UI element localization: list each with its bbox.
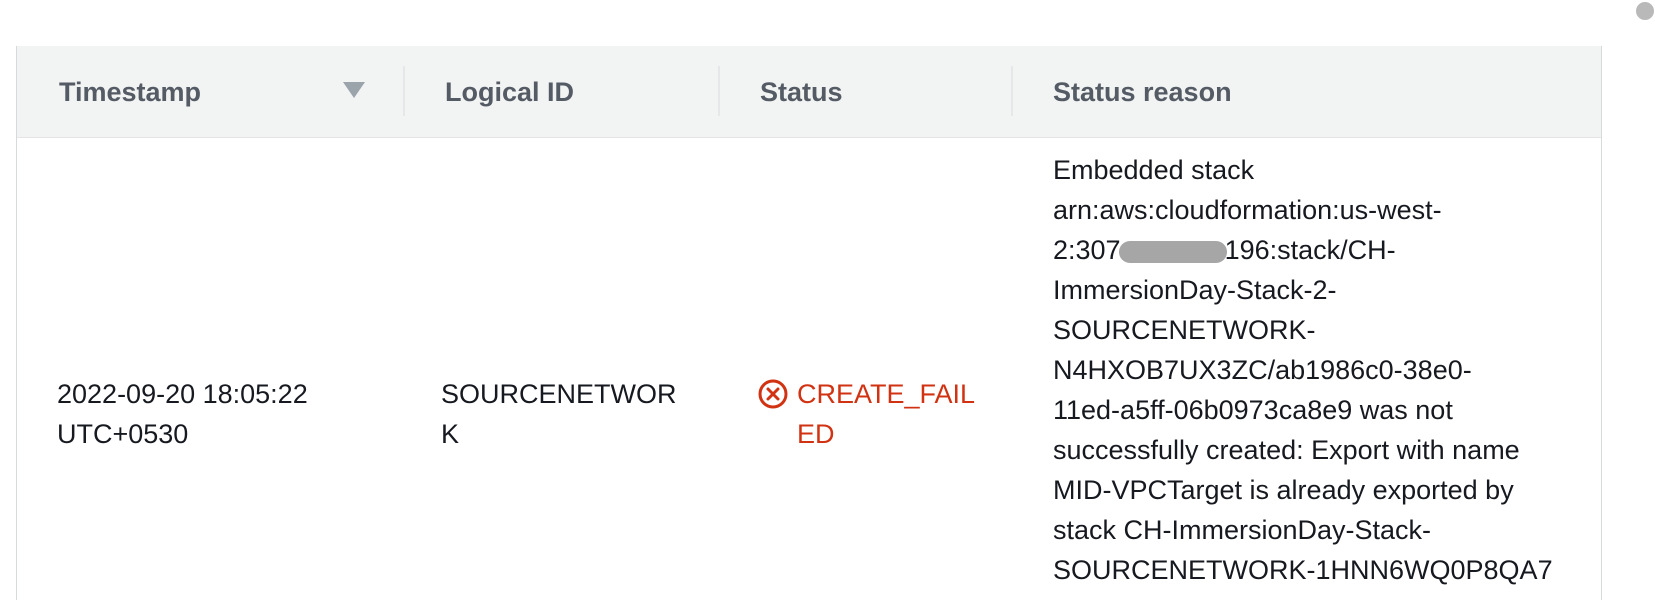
status-indicator: CREATE_FAIL ED xyxy=(757,374,997,454)
column-header-logical-id: Logical ID xyxy=(445,46,695,138)
column-header-timestamp-label: Timestamp xyxy=(59,76,202,107)
status-reason-line: stack CH-ImmersionDay-Stack- xyxy=(1053,515,1432,545)
column-divider xyxy=(718,66,720,116)
status-text-line: CREATE_FAIL xyxy=(797,379,976,409)
status-reason-line: MID-VPCTarget is already exported by xyxy=(1053,475,1514,505)
column-divider xyxy=(403,66,405,116)
status-text: CREATE_FAIL ED xyxy=(797,374,975,454)
column-header-status-label: Status xyxy=(760,76,843,107)
table-header: Timestamp Logical ID Status Status reaso… xyxy=(17,46,1601,138)
logical-id-cell: SOURCENETWOR K xyxy=(441,374,681,454)
status-cell: CREATE_FAIL ED xyxy=(757,374,997,454)
caret-down-icon[interactable] xyxy=(343,82,365,98)
timestamp-date: 2022-09-20 18:05:22 xyxy=(57,379,308,409)
redaction-mark xyxy=(1118,240,1227,263)
status-reason-line: SOURCENETWORK- xyxy=(1053,315,1316,345)
stack-events-table: Timestamp Logical ID Status Status reaso… xyxy=(16,46,1602,600)
status-reason-line: ImmersionDay-Stack-2- xyxy=(1053,275,1337,305)
status-reason-line: SOURCENETWORK-1HNN6WQ0P8QA7 xyxy=(1053,555,1553,585)
column-header-timestamp[interactable]: Timestamp xyxy=(59,46,359,138)
column-divider xyxy=(1011,66,1013,116)
status-reason-line: arn:aws:cloudformation:us-west- xyxy=(1053,195,1442,225)
status-reason-line: N4HXOB7UX3ZC/ab1986c0-38e0- xyxy=(1053,355,1472,385)
timestamp-timezone: UTC+0530 xyxy=(57,419,189,449)
status-text-line: ED xyxy=(797,419,835,449)
page: Timestamp Logical ID Status Status reaso… xyxy=(0,0,1655,600)
status-reason-line: 11ed-a5ff-06b0973ca8e9 was not xyxy=(1053,395,1453,425)
logical-id-line: K xyxy=(441,419,460,449)
status-reason-line: successfully created: Export with name xyxy=(1053,435,1520,465)
logical-id-line: SOURCENETWOR xyxy=(441,379,677,409)
error-circle-x-icon xyxy=(758,379,788,409)
column-header-status-reason: Status reason xyxy=(1053,46,1553,138)
scroll-indicator[interactable] xyxy=(1636,2,1654,20)
account-id-prefix: 2:307 xyxy=(1053,235,1121,265)
table-row: 2022-09-20 18:05:22 UTC+0530 SOURCENETWO… xyxy=(17,138,1601,600)
status-reason-line: Embedded stack xyxy=(1053,155,1255,185)
status-reason-cell: Embedded stack arn:aws:cloudformation:us… xyxy=(1053,150,1573,590)
timestamp-cell: 2022-09-20 18:05:22 UTC+0530 xyxy=(57,374,387,454)
column-header-status-reason-label: Status reason xyxy=(1053,76,1232,107)
column-header-logical-id-label: Logical ID xyxy=(445,76,575,107)
account-id-suffix: 196:stack/CH- xyxy=(1224,235,1396,265)
column-header-status: Status xyxy=(760,46,1010,138)
status-reason-line: 2:307 196:stack/CH- xyxy=(1053,230,1573,270)
